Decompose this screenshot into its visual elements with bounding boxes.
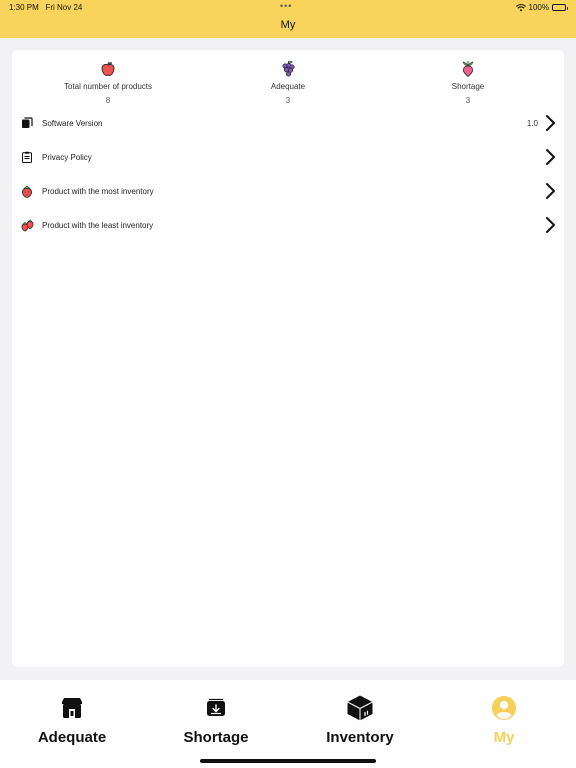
inbox-icon	[144, 694, 288, 722]
chevron-right-icon	[546, 115, 555, 131]
tab-my[interactable]: My	[432, 694, 576, 746]
radish-icon	[398, 60, 538, 78]
multitasking-dots[interactable]: •••	[280, 1, 292, 11]
tab-adequate[interactable]: Adequate	[0, 694, 144, 746]
status-bar: 1:30 PM Fri Nov 24 ••• 100%	[0, 0, 576, 14]
home-indicator[interactable]	[200, 759, 376, 763]
apple-icon	[38, 60, 178, 78]
stat-adequate: Adequate 3	[218, 60, 358, 105]
store-icon	[0, 694, 144, 722]
version-value: 1.0	[526, 118, 538, 128]
battery-icon	[552, 4, 568, 11]
menu-item-software-version[interactable]: Software Version 1.0	[20, 111, 556, 135]
stat-total-products: Total number of products 8	[38, 60, 178, 105]
stat-value: 8	[105, 96, 111, 105]
page-title: My	[280, 19, 296, 31]
top-bar: 1:30 PM Fri Nov 24 ••• 100% My	[0, 0, 576, 38]
chevron-right-icon	[546, 217, 555, 233]
strawberries-icon	[20, 218, 34, 232]
clipboard-icon	[20, 150, 34, 164]
stat-label: Adequate	[270, 82, 306, 91]
stat-value: 3	[285, 96, 291, 105]
stat-shortage: Shortage 3	[398, 60, 538, 105]
tab-inventory[interactable]: Inventory	[288, 694, 432, 746]
stat-label: Total number of products	[63, 82, 153, 91]
tab-shortage[interactable]: Shortage	[144, 694, 288, 746]
menu-item-least-inventory[interactable]: Product with the least inventory	[20, 213, 556, 237]
battery-percent: 100%	[528, 3, 549, 12]
menu-item-label: Product with the least inventory	[42, 220, 154, 230]
person-icon	[432, 694, 576, 722]
status-time: 1:30 PM Fri Nov 24	[9, 3, 83, 12]
summary-card: Total number of products 8 Adequate 3 Sh…	[12, 50, 564, 667]
menu-item-label: Software Version	[42, 118, 103, 128]
chevron-right-icon	[546, 183, 555, 199]
menu-item-privacy-policy[interactable]: Privacy Policy	[20, 145, 556, 169]
menu-item-label: Privacy Policy	[42, 152, 92, 162]
stat-value: 3	[465, 96, 471, 105]
stat-label: Shortage	[451, 82, 485, 91]
strawberry-icon	[20, 184, 34, 198]
wifi-icon	[515, 3, 526, 11]
box-icon	[288, 694, 432, 722]
tab-label: My	[493, 729, 515, 746]
tab-bar: Adequate Shortage Inventory My	[0, 680, 576, 768]
tab-label: Adequate	[37, 729, 107, 746]
grapes-icon	[218, 60, 358, 78]
chevron-right-icon	[546, 149, 555, 165]
menu-item-label: Product with the most inventory	[42, 186, 154, 196]
copy-icon	[20, 116, 34, 130]
status-right: 100%	[515, 3, 568, 12]
menu-item-most-inventory[interactable]: Product with the most inventory	[20, 179, 556, 203]
tab-label: Inventory	[326, 729, 394, 746]
tab-label: Shortage	[183, 729, 249, 746]
